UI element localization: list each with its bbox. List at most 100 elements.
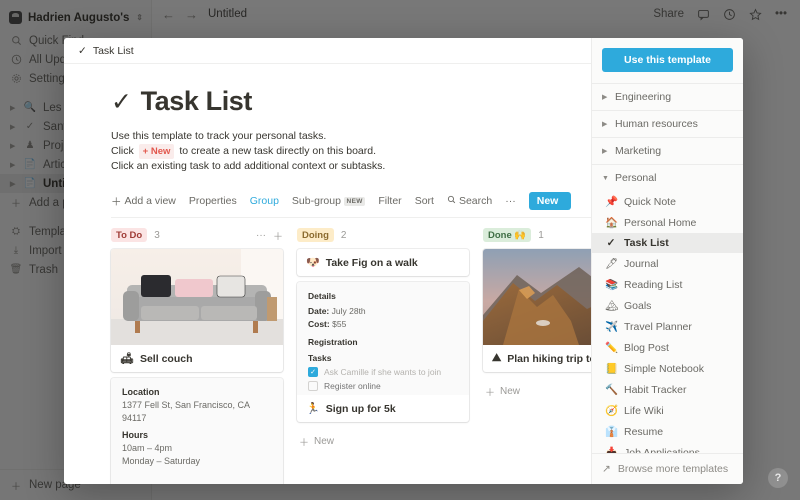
use-this-template-button[interactable]: Use this template [602,48,733,72]
view-toolbar: ＋ Add a view Properties Group Sub-group … [111,192,591,210]
desc-line-2: Click + New to create a new task directl… [111,144,591,159]
card-title-text: Plan hiking trip to Yosem [507,352,591,365]
rail-list[interactable]: ▶ Engineering ▶ Human resources ▶ Market… [592,83,743,453]
column-count: 2 [340,229,347,241]
search-label: Search [458,195,493,207]
rail-item-blog-post[interactable]: ✏️ Blog Post [592,337,743,358]
airplane-icon: ✈️ [605,321,619,333]
add-card-label: New [314,436,335,447]
card-take-fig-on-a-walk[interactable]: 🐶 Take Fig on a walk [297,249,469,276]
template-preview-modal: ✓ Task List ✓ Task List Use this templat… [64,38,743,484]
inline-new-badge: + New [138,144,175,159]
rail-item-life-wiki[interactable]: 🧭 Life Wiki [592,400,743,421]
detail-field-key: Cost: [308,319,330,329]
desc-line-1: Use this template to track your personal… [111,130,327,142]
search-button[interactable]: Search [447,195,492,207]
status-badge: Doing [297,228,334,242]
card-peek-location[interactable]: Location 1377 Fell St, San Francisco, CA… [111,378,283,484]
rail-group-label: Human resources [615,118,698,130]
rail-group-human-resources[interactable]: ▶ Human resources [592,110,743,137]
page-description: Use this template to track your personal… [111,129,591,174]
rail-item-job-applications[interactable]: 📥 Job Applications [592,442,743,454]
rail-item-habit-tracker[interactable]: 🔨 Habit Tracker [592,379,743,400]
rail-item-label: Reading List [624,278,683,291]
detail-field-value: July 28th [331,306,366,316]
sort-button[interactable]: Sort [415,195,434,207]
desc-line-2-pre: Click [111,145,134,157]
card-peek-details[interactable]: Details Date: July 28th Cost: $55 Regist… [297,282,469,422]
inbox-tray-icon: 📥 [605,447,619,453]
add-view-label: Add a view [124,195,176,207]
plus-icon[interactable]: ＋ [273,228,283,243]
rail-item-simple-notebook[interactable]: 📒 Simple Notebook [592,358,743,379]
rail-item-quick-note[interactable]: 📌 Quick Note [592,191,743,212]
page-title-text: Task List [140,86,253,116]
rail-group-marketing[interactable]: ▶ Marketing [592,137,743,164]
kanban-board: To Do 3 ··· ＋ 🛋 Sell couch Location 1377… [111,227,591,484]
rail-group-personal[interactable]: ▼ Personal [592,164,743,191]
page-title: ✓ Task List [111,86,591,117]
rail-item-resume[interactable]: 👔 Resume [592,421,743,442]
card-list: ⛰ Plan hiking trip to Yosem ＋ New [483,249,591,405]
subtask-label: Register online [324,381,381,391]
rail-group-engineering[interactable]: ▶ Engineering [592,83,743,110]
more-icon[interactable]: ··· [256,230,266,241]
new-item-button[interactable]: New ⌄ [528,192,571,210]
rail-item-task-list[interactable]: ✓ Task List [592,233,743,253]
rail-item-personal-home[interactable]: 🏠 Personal Home [592,212,743,233]
new-item-label: New [536,195,559,207]
rail-item-label: Travel Planner [624,320,692,333]
rail-item-travel-planner[interactable]: ✈️ Travel Planner [592,316,743,337]
peek-heading-hours: Hours [122,430,149,440]
detail-section-registration: Registration [308,337,358,347]
checkbox-icon[interactable] [308,381,318,391]
chevron-right-icon: ▶ [602,94,608,101]
arrow-up-right-icon: ↗ [602,463,611,475]
add-view-button[interactable]: ＋ Add a view [111,194,176,209]
more-options-button[interactable]: ··· [505,195,516,207]
chevron-down-icon[interactable]: ⌄ [566,192,571,210]
filter-button[interactable]: Filter [378,195,401,207]
add-card-label: New [500,386,521,397]
help-button[interactable]: ? [768,468,788,488]
properties-button[interactable]: Properties [189,195,237,207]
browse-more-label: Browse more templates [617,463,729,475]
rail-item-label: Life Wiki [624,404,664,417]
rail-item-goals[interactable]: 🏔 Goals [592,295,743,316]
rail-group-label: Personal [615,172,657,184]
board-column-doing: Doing 2 🐶 Take Fig on a walk Details Dat… [297,227,469,484]
card-sell-couch[interactable]: 🛋 Sell couch [111,249,283,372]
rail-header: Use this template [592,38,743,83]
group-button[interactable]: Group [250,195,279,207]
checkbox-checked-icon[interactable]: ✓ [308,367,318,377]
column-header: Done 🙌 1 [483,227,591,243]
template-preview-pane: ✓ Task List ✓ Task List Use this templat… [64,38,591,484]
rail-item-reading-list[interactable]: 📚 Reading List [592,274,743,295]
hammer-icon: 🔨 [605,384,619,396]
browse-more-templates-button[interactable]: ↗ Browse more templates [592,453,743,484]
couch-icon: 🛋 [120,353,134,365]
plus-icon: ＋ [299,438,309,449]
check-icon: ✓ [111,87,132,116]
sub-group-button[interactable]: Sub-group NEW [291,195,366,207]
rail-item-label: Resume [624,425,664,438]
add-card-button-done[interactable]: ＋ New [483,378,591,405]
house-icon: 🏠 [605,217,619,229]
subtask-item[interactable]: ✓ Ask Camille if she wants to join [308,367,458,377]
rail-item-journal[interactable]: 🖋 Journal [592,253,743,274]
detail-field-key: Date: [308,306,330,316]
add-card-button-doing[interactable]: ＋ New [297,428,469,455]
preview-tab[interactable]: ✓ Task List [64,38,591,64]
detail-section-tasks: Tasks [308,353,332,363]
subtask-item[interactable]: Register online [308,381,458,391]
desc-line-3: Click an existing task to add additional… [111,160,386,172]
rail-item-label: Habit Tracker [624,383,687,396]
search-icon [447,195,456,207]
compass-icon: 🧭 [605,405,619,417]
divider [111,217,591,218]
sub-group-label: Sub-group [291,195,341,207]
rail-item-label: Quick Note [624,195,676,208]
rail-item-label: Simple Notebook [624,362,704,375]
card-plan-hiking-trip[interactable]: ⛰ Plan hiking trip to Yosem [483,249,591,372]
screen: Hadrien Augusto's Not... ⇕ Quick Find Al… [0,0,800,500]
